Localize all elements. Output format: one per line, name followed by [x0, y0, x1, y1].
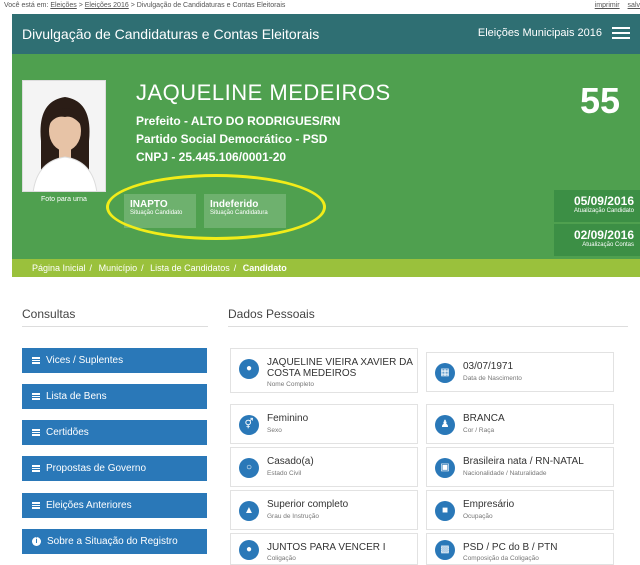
user-icon: ●: [239, 359, 259, 379]
button-label: Eleições Anteriores: [46, 500, 132, 511]
date-atualizacao-contas: 02/09/2016 Atualização Contas: [554, 224, 640, 256]
print-link[interactable]: imprimir: [595, 2, 620, 9]
card-estado-civil: ○ Casado(a) Estado Civil: [230, 447, 418, 487]
propostas-governo-button[interactable]: Propostas de Governo: [22, 456, 207, 481]
card-data-nascimento: ▦ 03/07/1971 Data de Nascimento: [426, 352, 614, 392]
card-label: Coligação: [267, 555, 296, 562]
date-candidato-label: Atualização Candidato: [573, 208, 634, 214]
button-label: Sobre a Situação do Registro: [47, 536, 178, 547]
card-label: Estado Civil: [267, 470, 302, 477]
card-value: Casado(a): [267, 456, 314, 467]
card-cor-raca: ♟ BRANCA Cor / Raça: [426, 404, 614, 444]
highlight-ellipse: [106, 174, 326, 240]
list-icon: [32, 357, 40, 364]
ring-icon: ○: [239, 458, 259, 478]
sobre-situacao-button[interactable]: i Sobre a Situação do Registro: [22, 529, 207, 554]
date-contas-value: 02/09/2016: [573, 228, 634, 242]
breadcrumb-current: Candidato: [242, 263, 287, 273]
list-icon: [32, 502, 40, 509]
menu-icon[interactable]: [612, 27, 630, 39]
candidate-name: JAQUELINE MEDEIROS: [136, 80, 391, 105]
card-label: Sexo: [267, 427, 282, 434]
candidate-info: Prefeito - ALTO DO RODRIGUES/RN Partido …: [136, 112, 340, 166]
folder-icon: ▩: [435, 540, 455, 560]
gender-icon: ⚥: [239, 415, 259, 435]
crumb-current: Divulgação de Candidaturas e Contas Elei…: [136, 2, 286, 9]
card-value: Empresário: [463, 499, 515, 510]
candidate-photo: [22, 80, 106, 192]
candidate-number: 55: [579, 80, 620, 121]
consultas-divider: [22, 326, 208, 327]
crumb-eleicoes[interactable]: Eleições: [50, 2, 76, 9]
candidate-header: Foto para urna JAQUELINE MEDEIROS Prefei…: [12, 54, 640, 259]
consultas-title: Consultas: [22, 307, 76, 321]
button-label: Certidões: [46, 427, 89, 438]
card-value: Brasileira nata / RN-NATAL: [463, 456, 584, 467]
lista-bens-button[interactable]: Lista de Bens: [22, 384, 207, 409]
breadcrumb-lista[interactable]: Lista de Candidatos: [150, 263, 230, 273]
candidate-office: Prefeito - ALTO DO RODRIGUES/RN: [136, 114, 341, 128]
candidate-cnpj: CNPJ - 25.445.106/0001-20: [136, 150, 287, 164]
card-label: Data de Nascimento: [463, 375, 522, 382]
card-label: Grau de Instrução: [267, 513, 320, 520]
breadcrumb-municipio[interactable]: Município: [99, 263, 138, 273]
card-coligacao: ● JUNTOS PARA VENCER I Coligação: [230, 533, 418, 565]
button-label: Vices / Suplentes: [46, 355, 124, 366]
election-label: Eleições Municipais 2016: [477, 27, 602, 39]
button-label: Lista de Bens: [46, 391, 107, 402]
card-value: BRANCA: [463, 413, 505, 424]
dados-pessoais-title: Dados Pessoais: [228, 307, 315, 321]
card-value: 03/07/1971: [463, 361, 514, 372]
person-icon: ♟: [435, 415, 455, 435]
list-icon: [32, 393, 40, 400]
date-candidato-value: 05/09/2016: [573, 194, 634, 208]
card-value: PSD / PC do B / PTN: [463, 542, 558, 553]
card-label: Nome Completo: [267, 381, 314, 388]
eleicoes-anteriores-button[interactable]: Eleições Anteriores: [22, 493, 207, 518]
location-prefix: Você está em:: [4, 2, 49, 9]
card-value: JAQUELINE VIEIRA XAVIER DA COSTA MEDEIRO…: [267, 357, 413, 379]
dados-pessoais-divider: [228, 326, 628, 327]
briefcase-icon: ■: [435, 501, 455, 521]
card-value: JUNTOS PARA VENCER I: [267, 542, 386, 553]
card-label: Ocupação: [463, 513, 493, 520]
photo-caption: Foto para urna: [41, 196, 87, 203]
group-icon: ●: [239, 540, 259, 560]
top-navbar: Divulgação de Candidaturas e Contas Elei…: [12, 14, 640, 54]
info-icon: i: [32, 537, 41, 546]
card-value: Superior completo: [267, 499, 349, 510]
save-link[interactable]: salv: [628, 2, 640, 9]
graduation-cap-icon: ▲: [239, 501, 259, 521]
card-label: Composição da Coligação: [463, 555, 539, 562]
card-value: Feminino: [267, 413, 309, 424]
site-title[interactable]: Divulgação de Candidaturas e Contas Elei…: [22, 26, 319, 42]
card-composicao-coligacao: ▩ PSD / PC do B / PTN Composição da Coli…: [426, 533, 614, 565]
card-sexo: ⚥ Feminino Sexo: [230, 404, 418, 444]
top-breadcrumb-strip: Você está em: Eleições > Eleições 2016 >…: [0, 0, 640, 14]
list-icon: [32, 429, 40, 436]
card-label: Cor / Raça: [463, 427, 495, 434]
card-grau-instrucao: ▲ Superior completo Grau de Instrução: [230, 490, 418, 530]
date-atualizacao-candidato: 05/09/2016 Atualização Candidato: [554, 190, 640, 222]
crumb-eleicoes-2016[interactable]: Eleições 2016: [85, 2, 129, 9]
list-icon: [32, 465, 40, 472]
candidate-party: Partido Social Democrático - PSD: [136, 132, 328, 146]
card-nacionalidade: ▣ Brasileira nata / RN-NATAL Nacionalida…: [426, 447, 614, 487]
card-nome-completo: ● JAQUELINE VIEIRA XAVIER DA COSTA MEDEI…: [230, 348, 418, 393]
date-contas-label: Atualização Contas: [582, 242, 634, 248]
certidoes-button[interactable]: Certidões: [22, 420, 207, 445]
card-ocupacao: ■ Empresário Ocupação: [426, 490, 614, 530]
button-label: Propostas de Governo: [46, 463, 147, 474]
vices-suplentes-button[interactable]: Vices / Suplentes: [22, 348, 207, 373]
calendar-icon: ▦: [435, 363, 455, 383]
breadcrumb-home[interactable]: Página Inicial: [32, 263, 86, 273]
breadcrumb: Página Inicial / Município / Lista de Cand…: [12, 259, 640, 277]
map-icon: ▣: [435, 458, 455, 478]
card-label: Nacionalidade / Naturalidade: [463, 470, 547, 477]
